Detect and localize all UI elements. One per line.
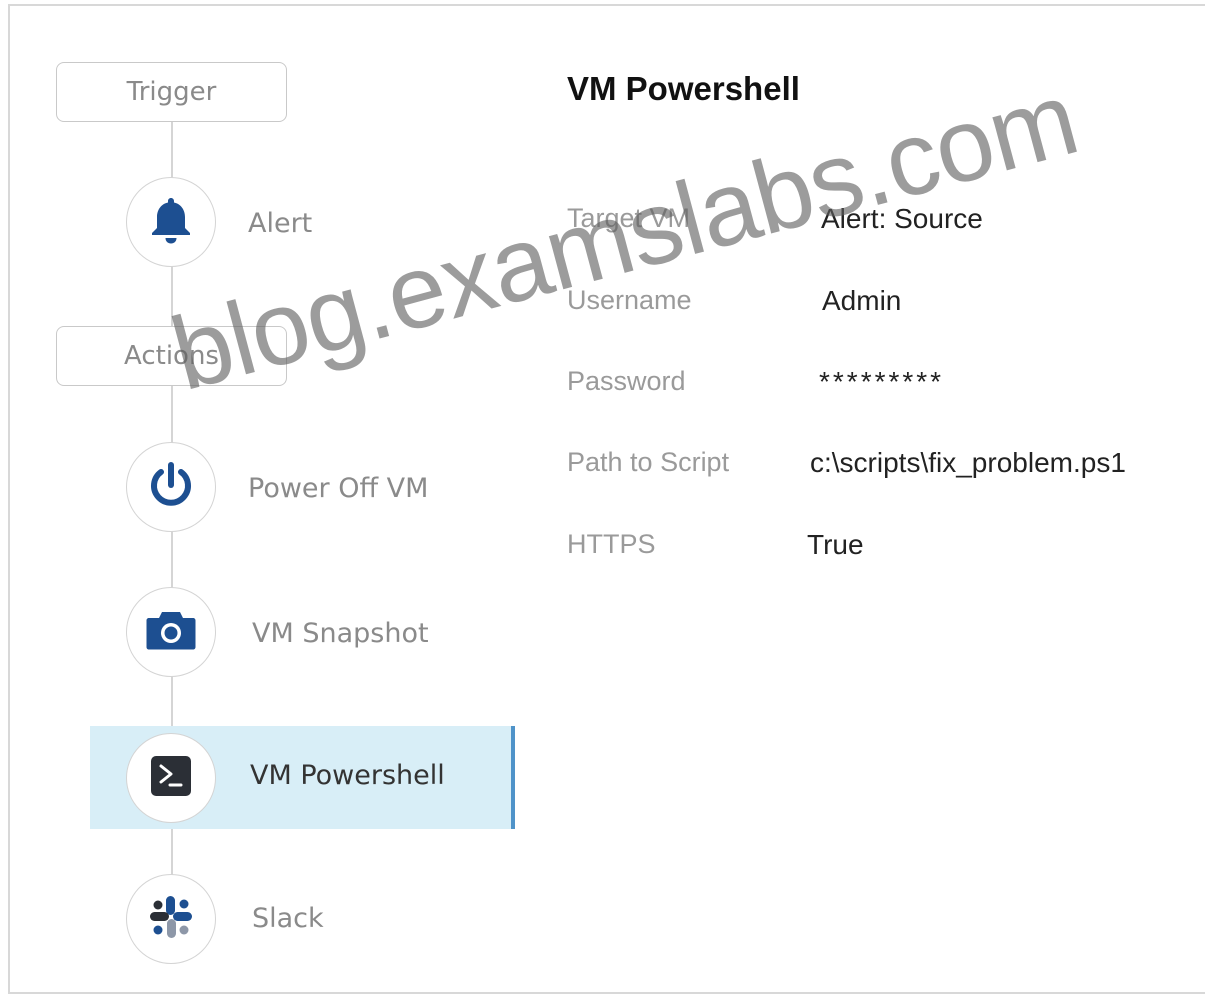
slack-icon <box>146 892 196 946</box>
camera-icon <box>145 608 197 656</box>
field-label-password: Password <box>567 366 686 396</box>
step-vm-snapshot[interactable]: VM Snapshot <box>0 587 520 687</box>
field-label-target-vm: Target VM <box>567 203 691 233</box>
field-value-path-to-script[interactable]: c:\scripts\fix_problem.ps1 <box>810 447 1126 479</box>
field-path-to-script[interactable]: Path to Script c:\scripts\fix_problem.ps… <box>567 447 1187 487</box>
field-label-https: HTTPS <box>567 529 656 559</box>
field-target-vm[interactable]: Target VM Alert: Source <box>567 203 1187 243</box>
field-value-password[interactable]: ********* <box>819 366 944 398</box>
detail-title: VM Powershell <box>567 70 800 107</box>
step-label-vm-snapshot: VM Snapshot <box>252 618 429 649</box>
field-password[interactable]: Password ********* <box>567 366 1187 406</box>
trigger-section-label: Trigger <box>56 62 287 122</box>
alert-node <box>126 177 216 267</box>
step-slack[interactable]: Slack <box>0 874 520 974</box>
field-username[interactable]: Username Admin <box>567 285 1187 325</box>
field-label-path-to-script: Path to Script <box>567 447 730 477</box>
field-value-https[interactable]: True <box>807 529 864 561</box>
field-value-username[interactable]: Admin <box>822 285 901 317</box>
vm-snapshot-node <box>126 587 216 677</box>
field-https[interactable]: HTTPS True <box>567 529 1187 569</box>
step-label-power-off-vm: Power Off VM <box>248 473 429 504</box>
powershell-icon <box>150 755 192 801</box>
actions-section-label: Actions <box>56 326 287 386</box>
power-icon <box>146 460 196 514</box>
step-power-off-vm[interactable]: Power Off VM <box>0 442 520 542</box>
field-value-target-vm[interactable]: Alert: Source <box>821 203 983 235</box>
step-label-alert: Alert <box>248 208 313 239</box>
slack-node <box>126 874 216 964</box>
power-off-node <box>126 442 216 532</box>
vm-powershell-node <box>126 733 216 823</box>
step-label-vm-powershell: VM Powershell <box>250 760 445 791</box>
bell-icon <box>149 195 193 249</box>
step-vm-powershell[interactable]: VM Powershell <box>90 726 515 829</box>
step-alert[interactable]: Alert <box>0 177 520 277</box>
step-label-slack: Slack <box>252 903 324 934</box>
field-label-username: Username <box>567 285 692 315</box>
